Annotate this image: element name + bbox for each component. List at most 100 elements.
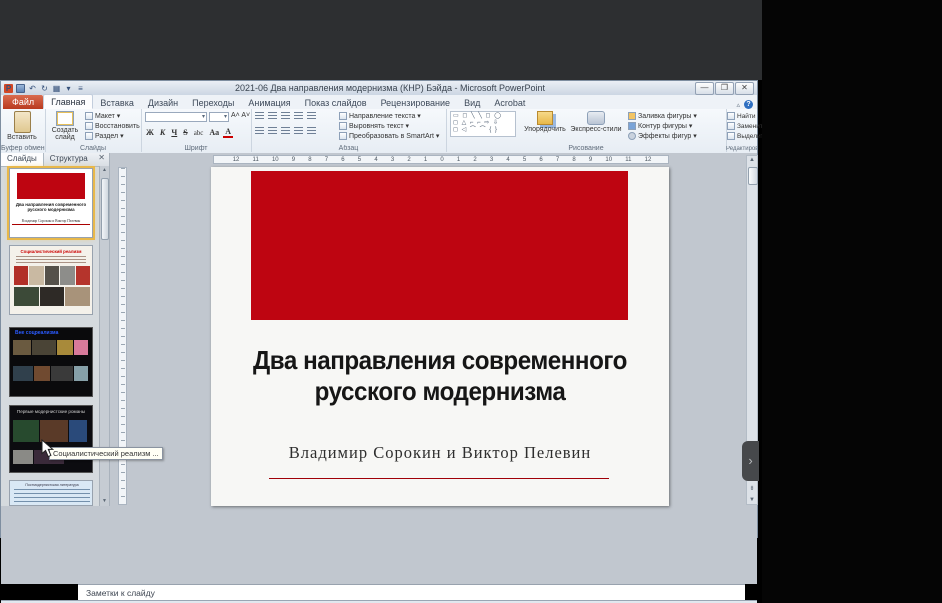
- section-button[interactable]: Раздел ▾: [85, 132, 140, 140]
- shape-outline-icon: [628, 122, 636, 130]
- text-layout-tools: Направление текста ▾ Выровнять текст ▾ П…: [339, 112, 439, 140]
- slides-group: Создать слайд Макет ▾ Восстановить Разде…: [45, 109, 142, 152]
- font-group: A˄ A˅ Ж К Ч S abc Aa А Шрифт: [141, 109, 252, 152]
- slide-subtitle[interactable]: Владимир Сорокин и Виктор Пелевин: [251, 443, 629, 463]
- minimize-ribbon-icon[interactable]: ▵: [736, 101, 740, 109]
- align-text-button[interactable]: Выровнять текст ▾: [339, 122, 439, 130]
- slide-red-banner[interactable]: [251, 171, 628, 320]
- shape-outline-button[interactable]: Контур фигуры ▾: [628, 122, 697, 130]
- pane-scroll-up-icon[interactable]: ▲: [100, 166, 109, 175]
- tab-review[interactable]: Рецензирование: [374, 96, 458, 109]
- shapes-gallery[interactable]: ▭ ◻ ╲ ╲ ◻ ◯ ◻ △ ⌐ ⌐ ⇨ ⇩ ◻ ◁ ⌒ ⌒ { }: [450, 111, 516, 137]
- notes-pane[interactable]: Заметки к слайду: [78, 584, 745, 600]
- shape-fill-button[interactable]: Заливка фигуры ▾: [628, 112, 697, 120]
- tab-slideshow[interactable]: Показ слайдов: [298, 96, 374, 109]
- layout-icon: [85, 112, 93, 120]
- text-direction-button[interactable]: Направление текста ▾: [339, 112, 439, 120]
- save-icon[interactable]: [16, 84, 25, 93]
- bullets-icon[interactable]: [255, 112, 264, 120]
- horizontal-ruler: 12 11 10 9 8 7 6 5 4 3 2 1 0 1 2 3 4 5 6…: [213, 155, 669, 164]
- arrange-button[interactable]: Упорядочить: [522, 111, 568, 133]
- pane-scroll-thumb[interactable]: [101, 178, 109, 240]
- meeting-panel-toggle[interactable]: ›: [742, 441, 759, 481]
- powerpoint-window: P ↶ ↻ ▦ ▾ ≡ 2021-06 Два направления моде…: [0, 80, 758, 538]
- slide-thumbnail-1[interactable]: Два направления современного русского мо…: [9, 168, 93, 238]
- scroll-down-icon[interactable]: ▼: [747, 497, 757, 503]
- tab-insert[interactable]: Вставка: [93, 96, 140, 109]
- qat-dropdown-icon[interactable]: ▾: [64, 84, 73, 93]
- scroll-thumb[interactable]: [748, 167, 758, 185]
- thumb2-portraits: [14, 266, 90, 306]
- qat-customize-icon[interactable]: ≡: [76, 84, 85, 93]
- pane-close-icon[interactable]: ✕: [94, 153, 109, 166]
- redo-icon[interactable]: ↻: [40, 84, 49, 93]
- slide-subtitle-underline: [269, 478, 609, 479]
- italic-button[interactable]: К: [158, 128, 167, 137]
- tab-animations[interactable]: Анимация: [241, 96, 297, 109]
- bold-button[interactable]: Ж: [144, 128, 156, 137]
- help-icon[interactable]: ?: [744, 100, 753, 109]
- pane-tab-slides[interactable]: Слайды: [1, 153, 44, 166]
- quick-styles-button[interactable]: Экспресс-стили: [570, 111, 622, 133]
- tab-acrobat[interactable]: Acrobat: [487, 96, 532, 109]
- line-spacing-icon[interactable]: [307, 112, 316, 120]
- new-slide-button[interactable]: Создать слайд: [48, 111, 82, 141]
- minimize-button[interactable]: —: [695, 82, 714, 95]
- font-size-combo[interactable]: [209, 112, 229, 122]
- select-icon: [727, 132, 735, 140]
- font-name-combo[interactable]: [145, 112, 207, 122]
- font-color-button[interactable]: А: [223, 127, 233, 138]
- underline-button[interactable]: Ч: [169, 128, 179, 137]
- shape-format-tools: Заливка фигуры ▾ Контур фигуры ▾ Эффекты…: [628, 112, 697, 140]
- close-button[interactable]: ✕: [735, 82, 754, 95]
- list-buttons: [255, 112, 318, 120]
- slide-canvas[interactable]: Два направления современного русского мо…: [211, 167, 669, 506]
- next-slide-icon[interactable]: ⇟: [747, 485, 757, 492]
- thumb1-red-banner: [17, 173, 85, 199]
- align-left-icon[interactable]: [255, 127, 264, 135]
- slide-thumbnail-5[interactable]: Постмодернистская литература: [9, 480, 93, 506]
- pane-scroll-down-icon[interactable]: ▼: [100, 497, 109, 506]
- quick-styles-icon: [587, 111, 605, 125]
- shape-fill-icon: [628, 112, 636, 120]
- tab-view[interactable]: Вид: [457, 96, 487, 109]
- preview-icon[interactable]: ▦: [52, 84, 61, 93]
- slide-thumbnail-2[interactable]: Социалистический реализм: [9, 245, 93, 315]
- align-center-icon[interactable]: [268, 127, 277, 135]
- window-title: 2021-06 Два направления модернизма (КНР)…: [85, 83, 695, 93]
- quick-access-toolbar: P ↶ ↻ ▦ ▾ ≡: [1, 81, 85, 95]
- columns-icon[interactable]: [307, 127, 316, 135]
- align-right-icon[interactable]: [281, 127, 290, 135]
- maximize-button[interactable]: ❐: [715, 82, 734, 95]
- indent-decrease-icon[interactable]: [281, 112, 290, 120]
- shape-effects-button[interactable]: Эффекты фигур ▾: [628, 132, 697, 140]
- tab-transitions[interactable]: Переходы: [185, 96, 241, 109]
- slide-title[interactable]: Два направления современного русского мо…: [249, 345, 630, 407]
- pane-tab-outline[interactable]: Структура: [44, 153, 94, 166]
- indent-increase-icon[interactable]: [294, 112, 303, 120]
- change-case-button[interactable]: Aa: [207, 128, 221, 137]
- font-buttons-row: Ж К Ч S abc Aa А: [144, 127, 233, 138]
- thumb2-text-lines: [16, 256, 86, 264]
- strikethrough-button[interactable]: S: [181, 128, 189, 137]
- arrange-icon: [537, 111, 553, 125]
- grow-shrink-font[interactable]: A˄ A˅: [231, 112, 250, 119]
- shadow-button[interactable]: abc: [192, 129, 206, 137]
- thumb3-collage: [13, 340, 91, 390]
- paste-button[interactable]: Вставить: [5, 111, 39, 141]
- tab-file[interactable]: Файл: [3, 95, 43, 109]
- numbering-icon[interactable]: [268, 112, 277, 120]
- scroll-up-icon[interactable]: ▲: [747, 157, 757, 163]
- reset-button[interactable]: Восстановить: [85, 122, 140, 130]
- tab-home[interactable]: Главная: [43, 94, 93, 109]
- justify-icon[interactable]: [294, 127, 303, 135]
- tab-design[interactable]: Дизайн: [141, 96, 185, 109]
- thumb5-text-lines: [14, 489, 90, 506]
- editing-group: Найти Заменить ▾ Выделить ▾ Редактирован…: [726, 109, 757, 152]
- slide-thumbnail-3[interactable]: Вне соцреализма: [9, 327, 93, 397]
- convert-smartart-button[interactable]: Преобразовать в SmartArt ▾: [339, 132, 439, 140]
- shape-effects-icon: [628, 132, 636, 140]
- layout-button[interactable]: Макет ▾: [85, 112, 140, 120]
- undo-icon[interactable]: ↶: [28, 84, 37, 93]
- mouse-cursor: [41, 439, 54, 458]
